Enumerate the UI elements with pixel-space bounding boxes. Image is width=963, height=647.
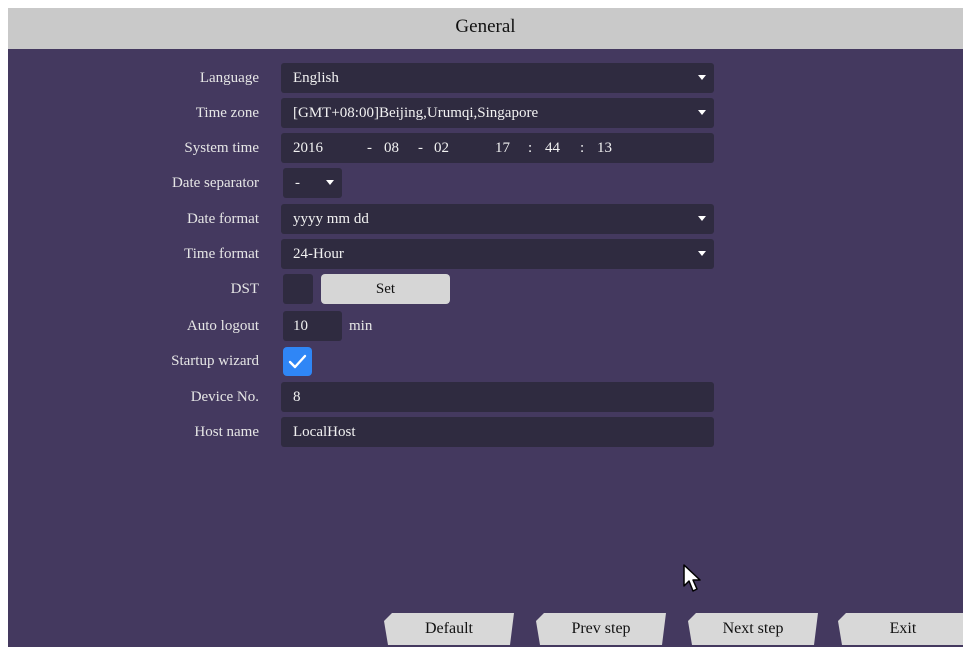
date-separator-label: Date separator [171,175,259,191]
hour-input[interactable]: 17 [495,133,510,163]
chevron-down-icon [698,216,706,221]
language-label: Language [199,70,259,86]
dst-checkbox[interactable] [283,274,313,304]
time-zone-value: [GMT+08:00]Beijing,Urumqi,Singapore [293,105,539,121]
time-zone-label: Time zone [195,105,259,121]
check-icon [288,354,307,369]
window-title: General [8,8,963,49]
date-format-select[interactable]: yyyy mm dd [281,204,714,234]
time-colon: : [580,140,585,156]
time-format-label: Time format [184,246,259,262]
year-input[interactable]: 2016 [293,133,323,163]
time-format-select[interactable]: 24-Hour [281,239,714,269]
language-value: English [293,70,339,86]
mouse-pointer-icon [683,564,701,592]
host-name-label: Host name [194,424,259,440]
chevron-down-icon [698,110,706,115]
day-input[interactable]: 02 [434,133,449,163]
chevron-down-icon [698,75,706,80]
system-time-field[interactable]: 2016 - 08 - 02 17 : 44 : 13 [281,133,714,163]
auto-logout-input[interactable]: 10 [283,311,342,341]
minute-input[interactable]: 44 [545,133,560,163]
date-separator-glyph: - [418,140,423,156]
date-format-label: Date format [186,211,259,227]
time-colon: : [528,140,533,156]
startup-wizard-label: Startup wizard [171,353,259,369]
prev-step-button[interactable]: Prev step [536,613,666,645]
auto-logout-label: Auto logout [186,318,259,334]
general-settings-window: General Language English Time zone [GMT+… [8,8,963,647]
chevron-down-icon [698,251,706,256]
default-button[interactable]: Default [384,613,514,645]
device-no-label: Device No. [190,389,259,405]
date-format-value: yyyy mm dd [293,211,369,227]
dst-label: DST [230,281,259,297]
language-select[interactable]: English [281,63,714,93]
date-separator-value: - [295,175,300,191]
chevron-down-icon [326,180,334,185]
auto-logout-unit: min [349,318,373,334]
device-no-input[interactable]: 8 [281,382,714,412]
second-input[interactable]: 13 [597,133,612,163]
exit-button[interactable]: Exit [838,613,963,645]
date-separator-glyph: - [367,140,372,156]
month-input[interactable]: 08 [384,133,399,163]
next-step-button[interactable]: Next step [688,613,818,645]
host-name-input[interactable]: LocalHost [281,417,714,447]
time-format-value: 24-Hour [293,246,344,262]
dst-set-button[interactable]: Set [321,274,450,304]
startup-wizard-checkbox[interactable] [283,347,312,376]
time-zone-select[interactable]: [GMT+08:00]Beijing,Urumqi,Singapore [281,98,714,128]
system-time-label: System time [184,140,259,156]
date-separator-select[interactable]: - [283,168,342,198]
